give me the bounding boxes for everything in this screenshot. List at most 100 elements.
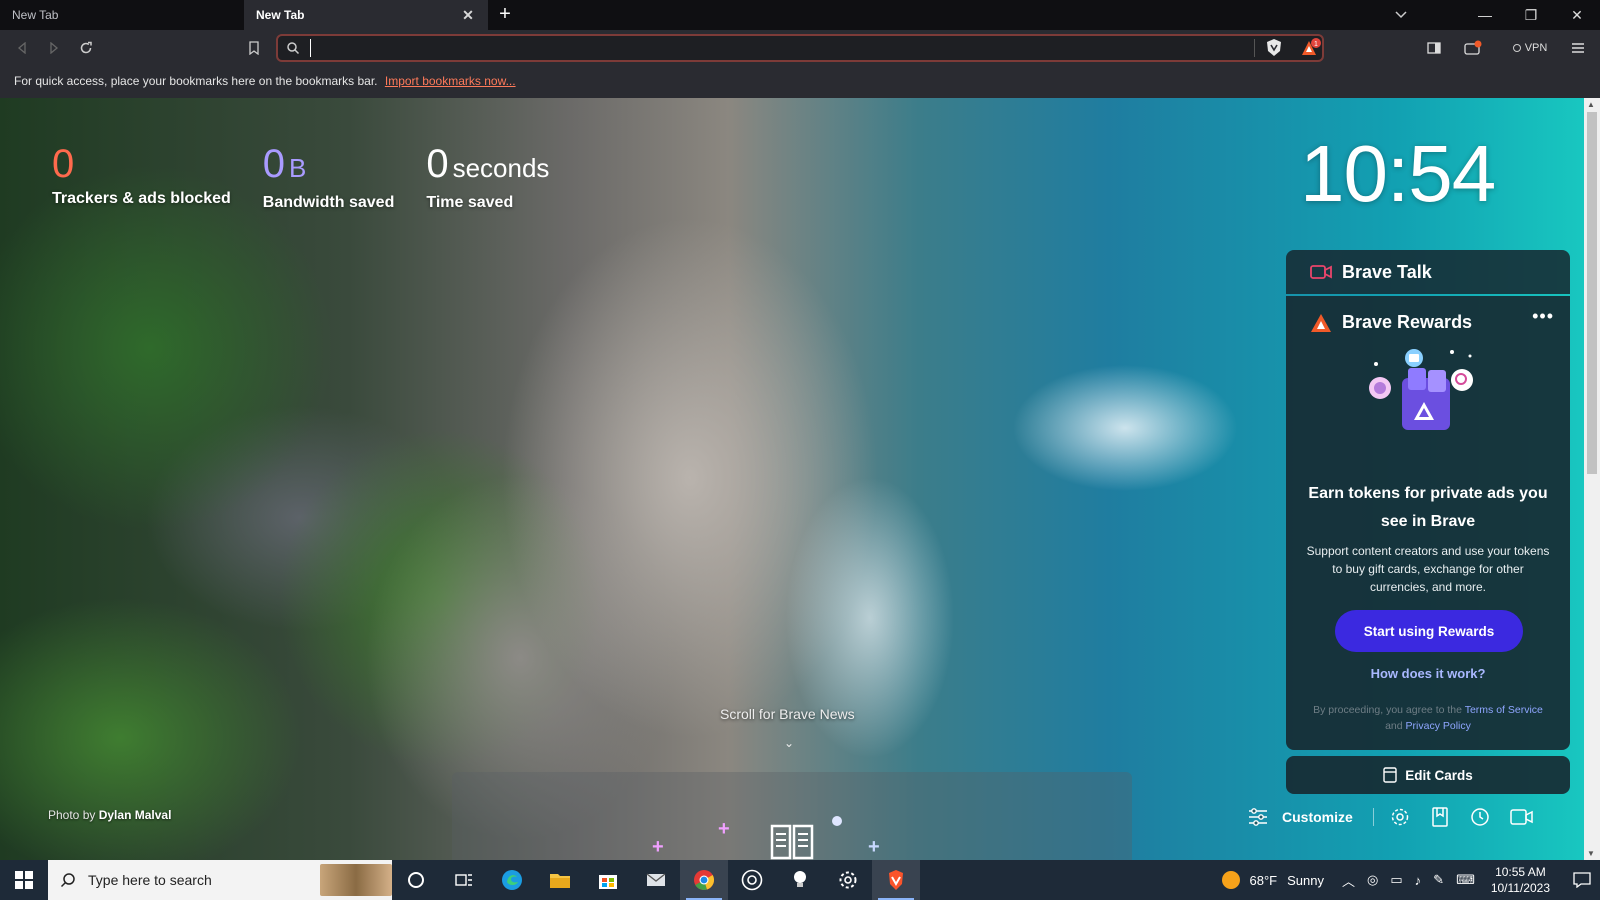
address-input[interactable] bbox=[310, 39, 1210, 57]
cards-icon bbox=[1383, 767, 1397, 783]
close-window-icon[interactable]: ✕ bbox=[1554, 0, 1600, 30]
pen-icon[interactable]: ✎ bbox=[1433, 872, 1444, 888]
customize-button[interactable]: Customize bbox=[1248, 808, 1374, 826]
chrome-icon[interactable] bbox=[680, 860, 728, 900]
scrollbar-thumb[interactable] bbox=[1587, 112, 1597, 474]
edit-cards-button[interactable]: Edit Cards bbox=[1286, 756, 1570, 794]
edit-cards-label: Edit Cards bbox=[1405, 767, 1473, 783]
bookmarks-bar: For quick access, place your bookmarks h… bbox=[0, 66, 1600, 98]
how-does-it-work-link[interactable]: How does it work? bbox=[1306, 666, 1550, 681]
restore-icon[interactable]: ❐ bbox=[1508, 0, 1554, 30]
settings-icon[interactable] bbox=[824, 860, 872, 900]
photographer-name[interactable]: Dylan Malval bbox=[99, 808, 172, 822]
vpn-status-icon bbox=[1512, 44, 1521, 52]
brave-shields-icon[interactable] bbox=[1264, 38, 1284, 58]
task-view-icon[interactable] bbox=[440, 860, 488, 900]
file-explorer-icon[interactable] bbox=[536, 860, 584, 900]
mail-icon[interactable] bbox=[632, 860, 680, 900]
meet-now-icon[interactable]: ◎ bbox=[1367, 872, 1378, 888]
photo-credit: Photo by Dylan Malval bbox=[48, 808, 171, 822]
sun-icon bbox=[1221, 871, 1240, 889]
volume-icon[interactable]: ♪ bbox=[1415, 873, 1422, 888]
microsoft-store-icon[interactable] bbox=[584, 860, 632, 900]
sliders-icon bbox=[1249, 808, 1267, 826]
settings-gear-icon[interactable] bbox=[1388, 805, 1412, 829]
chevron-down-icon[interactable] bbox=[1386, 0, 1416, 30]
system-tray: 68°F Sunny ︿ ◎ ▭ ♪ ✎ ⌨ 10:55 AM 10/11/20… bbox=[1221, 860, 1600, 900]
windows-start-icon[interactable] bbox=[0, 860, 48, 900]
taskbar-search-placeholder: Type here to search bbox=[88, 872, 212, 888]
weather-widget[interactable]: 68°F Sunny bbox=[1221, 871, 1324, 889]
back-icon[interactable] bbox=[12, 38, 32, 58]
obs-icon[interactable] bbox=[728, 860, 776, 900]
time-unit: seconds bbox=[452, 153, 550, 183]
brave-rewards-icon[interactable]: 1 bbox=[1300, 38, 1322, 58]
brave-talk-title: Brave Talk bbox=[1342, 261, 1432, 282]
brave-browser-icon[interactable] bbox=[872, 860, 920, 900]
scroll-up-icon[interactable]: ▲ bbox=[1587, 100, 1595, 109]
customize-label: Customize bbox=[1282, 809, 1353, 825]
tab-1[interactable]: New Tab bbox=[0, 0, 244, 30]
tab-2-active[interactable]: New Tab ✕ bbox=[244, 0, 488, 30]
terms-of-service-link[interactable]: Terms of Service bbox=[1465, 704, 1543, 716]
tab-2-label: New Tab bbox=[256, 8, 305, 22]
reload-icon[interactable] bbox=[76, 38, 96, 58]
bandwidth-count: 0 bbox=[262, 142, 286, 186]
svg-text:1: 1 bbox=[1314, 41, 1318, 48]
windows-taskbar: Type here to search 68°F Sunny ︿ ◎ ▭ ♪ ✎… bbox=[0, 860, 1600, 900]
rewards-header: Brave Rewards bbox=[1310, 312, 1472, 333]
toolbar: 1 VPN bbox=[0, 30, 1600, 66]
notifications-icon[interactable] bbox=[1564, 872, 1600, 888]
time-stat: 0 seconds Time saved bbox=[426, 140, 549, 212]
taskbar-date: 10/11/2023 bbox=[1490, 881, 1550, 895]
vpn-label: VPN bbox=[1524, 42, 1548, 54]
edge-icon[interactable] bbox=[488, 860, 536, 900]
show-hidden-icons-chevron-icon[interactable]: ︿ bbox=[1342, 871, 1355, 890]
sparkle-icon: + bbox=[652, 836, 664, 858]
time-label: Time saved bbox=[426, 194, 514, 211]
start-using-rewards-button[interactable]: Start using Rewards bbox=[1335, 610, 1523, 652]
legal-and: and bbox=[1385, 720, 1403, 732]
brave-rewards-logo-icon bbox=[1311, 313, 1331, 332]
menu-icon[interactable] bbox=[1568, 36, 1588, 60]
weather-temp: 68°F bbox=[1249, 872, 1278, 888]
stats-panel: 0 Trackers & ads blocked 0B Bandwidth sa… bbox=[52, 140, 581, 212]
brave-talk-icon[interactable] bbox=[1508, 805, 1536, 829]
cortana-icon[interactable] bbox=[392, 860, 440, 900]
taskbar-search-box[interactable]: Type here to search bbox=[48, 860, 392, 900]
vpn-button[interactable]: VPN bbox=[1508, 36, 1552, 60]
new-tab-button[interactable]: + bbox=[490, 0, 520, 30]
privacy-policy-link[interactable]: Privacy Policy bbox=[1406, 720, 1471, 732]
taskbar-clock[interactable]: 10:55 AM 10/11/2023 bbox=[1491, 864, 1550, 896]
rewards-legal-text: By proceeding, you agree to the Terms of… bbox=[1306, 702, 1550, 734]
window-controls: — ❐ ✕ bbox=[1462, 0, 1600, 30]
sidebar-toggle-icon[interactable] bbox=[1424, 36, 1444, 60]
network-icon[interactable]: ▭ bbox=[1390, 872, 1402, 888]
tab-1-label: New Tab bbox=[12, 8, 59, 22]
address-bar[interactable]: 1 bbox=[276, 34, 1324, 62]
more-options-icon[interactable]: ••• bbox=[1532, 306, 1554, 327]
page-scrollbar[interactable]: ▲ ▼ bbox=[1584, 98, 1600, 860]
history-icon[interactable] bbox=[1468, 805, 1492, 829]
keyboard-icon[interactable]: ⌨ bbox=[1456, 872, 1475, 888]
bookmarks-hint: For quick access, place your bookmarks h… bbox=[14, 74, 378, 88]
search-icon bbox=[60, 873, 75, 888]
brave-news-icon bbox=[770, 824, 814, 860]
minimize-icon[interactable]: — bbox=[1462, 0, 1508, 30]
bandwidth-unit: B bbox=[289, 153, 307, 183]
scroll-for-news-label: Scroll for Brave News bbox=[720, 706, 855, 722]
rewards-title: Brave Rewards bbox=[1342, 312, 1473, 332]
wallet-icon[interactable] bbox=[1462, 36, 1484, 60]
brave-talk-card[interactable]: Brave Talk bbox=[1286, 250, 1570, 294]
bookmarks-icon[interactable] bbox=[1428, 805, 1452, 829]
tips-lightbulb-icon[interactable] bbox=[776, 860, 824, 900]
scroll-down-icon[interactable]: ▼ bbox=[1587, 849, 1595, 858]
sparkle-icon: + bbox=[718, 818, 730, 840]
close-tab-icon[interactable]: ✕ bbox=[460, 7, 476, 23]
trackers-count: 0 bbox=[52, 142, 75, 186]
chevron-down-icon: ⌄ bbox=[784, 736, 795, 750]
bookmark-icon[interactable] bbox=[244, 38, 264, 58]
forward-icon[interactable] bbox=[44, 38, 64, 58]
import-bookmarks-link[interactable]: Import bookmarks now... bbox=[385, 74, 516, 88]
ntp-bottom-controls: Customize bbox=[1248, 802, 1552, 832]
